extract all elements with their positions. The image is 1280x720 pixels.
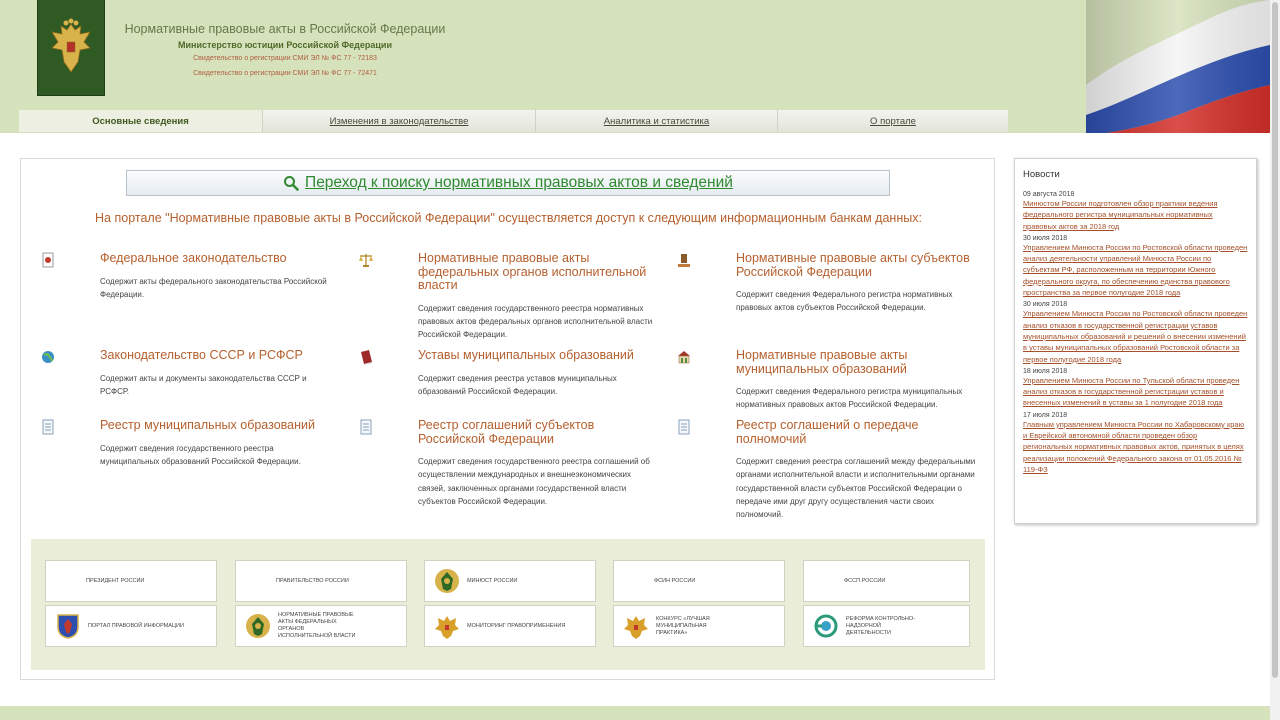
eagle-icon [624, 616, 648, 639]
document-seal-icon [42, 252, 54, 268]
link-label: РЕФОРМА КОНТРОЛЬНО-НАДЗОРНОЙ ДЕЯТЕЛЬНОСТ… [846, 615, 915, 636]
news-title: Новости [1023, 169, 1060, 180]
link-monitoring[interactable]: МОНИТОРИНГ ПРАВОПРИМЕНЕНИЯ [424, 605, 596, 647]
eagle-icon [435, 616, 459, 639]
category-title[interactable]: Нормативные правовые акты федеральных ор… [418, 251, 653, 293]
minjust-emblem-icon [435, 569, 459, 593]
russian-flag-image [1086, 0, 1270, 133]
reform-icon [814, 614, 838, 638]
category-municipal-acts: Нормативные правовые акты муниципальных … [678, 348, 976, 412]
link-control-reform[interactable]: РЕФОРМА КОНТРОЛЬНО-НАДЗОРНОЙ ДЕЯТЕЛЬНОСТ… [803, 605, 970, 647]
category-description: Содержит сведения реестра уставов муници… [418, 373, 617, 396]
registration-info-1: Свидетельство о регистрации СМИ ЭЛ № ФС … [193, 55, 377, 62]
document-icon [42, 419, 54, 435]
intro-text: На портале "Нормативные правовые акты в … [95, 211, 922, 225]
category-title[interactable]: Реестр соглашений субъектов Российской Ф… [418, 418, 653, 446]
news-item-link[interactable]: Управлением Минюста России по Ростовской… [1023, 242, 1248, 298]
link-best-municipal-practice[interactable]: КОНКУРС «ЛУЧШАЯ МУНИЦИПАЛЬНАЯ ПРАКТИКА» [613, 605, 785, 647]
category-title[interactable]: Федеральное законодательство [100, 251, 335, 266]
search-link[interactable]: Переход к поиску нормативных правовых ак… [305, 174, 733, 192]
scrollbar-thumb[interactable] [1272, 2, 1278, 678]
link-minjust[interactable]: МИНЮСТ РОССИИ [424, 560, 596, 602]
category-powers-agreements: Реестр соглашений о передаче полномочий … [678, 418, 976, 521]
link-label: ПОРТАЛ ПРАВОВОЙ ИНФОРМАЦИИ [88, 622, 184, 629]
scales-icon [359, 254, 373, 267]
category-federal-legislation: Федеральное законодательство Содержит ак… [42, 251, 335, 301]
site-header: Нормативные правовые акты в Российской Ф… [0, 0, 1270, 133]
link-label: ПРЕЗИДЕНТ РОССИИ [86, 577, 145, 584]
category-title[interactable]: Нормативные правовые акты субъектов Росс… [736, 251, 976, 279]
main-navigation: Основные сведения Изменения в законодате… [19, 110, 1008, 132]
eagle-icon [51, 18, 91, 73]
minjust-emblem-icon [246, 614, 270, 638]
link-fsin[interactable]: ФСИН РОССИИ [613, 560, 785, 602]
building-icon [678, 351, 690, 364]
link-legal-portal[interactable]: ПОРТАЛ ПРАВОВОЙ ИНФОРМАЦИИ [45, 605, 217, 647]
category-description: Содержит сведения государственного реест… [418, 303, 653, 340]
category-title[interactable]: Реестр соглашений о передаче полномочий [736, 418, 976, 446]
news-date: 17 июля 2018 [1023, 411, 1068, 419]
gavel-icon [678, 254, 690, 267]
category-municipal-registry: Реестр муниципальных образований Содержи… [42, 418, 335, 468]
news-item-link[interactable]: Управлением Минюста России по Тульской о… [1023, 375, 1248, 409]
link-president[interactable]: ПРЕЗИДЕНТ РОССИИ [45, 560, 217, 602]
vertical-scrollbar[interactable] [1270, 0, 1280, 720]
category-subjects-acts: Нормативные правовые акты субъектов Росс… [678, 251, 976, 315]
news-item-link[interactable]: Главным управлением Минюста России по Ха… [1023, 419, 1248, 475]
partner-links-panel: ПРЕЗИДЕНТ РОССИИ ПРАВИТЕЛЬСТВО РОССИИ МИ… [31, 539, 985, 670]
registration-info-2: Свидетельство о регистрации СМИ ЭЛ № ФС … [193, 70, 377, 77]
tab-about[interactable]: О портале [778, 110, 1008, 132]
news-list: 09 августа 2018 Минюстом России подготов… [1023, 191, 1248, 475]
globe-icon [42, 351, 54, 363]
category-title[interactable]: Уставы муниципальных образований [418, 348, 653, 363]
site-title: Нормативные правовые акты в Российской Ф… [124, 22, 446, 36]
category-municipal-charters: Уставы муниципальных образований Содержи… [361, 348, 653, 398]
tab-analytics[interactable]: Аналитика и статистика [536, 110, 778, 132]
book-icon [361, 350, 372, 365]
category-description: Содержит сведения реестра соглашений меж… [736, 457, 976, 520]
category-title[interactable]: Реестр муниципальных образований [100, 418, 335, 433]
link-label: КОНКУРС «ЛУЧШАЯ МУНИЦИПАЛЬНАЯ ПРАКТИКА» [656, 615, 710, 636]
news-date: 09 августа 2018 [1023, 191, 1075, 198]
category-subjects-agreements: Реестр соглашений субъектов Российской Ф… [360, 418, 653, 508]
category-description: Содержит сведения государственного реест… [418, 457, 650, 506]
coat-of-arms-logo[interactable] [37, 0, 105, 96]
category-description: Содержит сведения Федерального регистра … [736, 290, 953, 313]
category-description: Содержит акты и документы законодательст… [100, 373, 307, 396]
link-label: ФСИН РОССИИ [654, 577, 696, 584]
category-description: Содержит сведения Федерального регистра … [736, 387, 963, 410]
news-item-link[interactable]: Минюстом России подготовлен обзор практи… [1023, 198, 1248, 232]
news-date: 18 июля 2018 [1023, 367, 1068, 375]
link-fssp[interactable]: ФССП РОССИИ [803, 560, 970, 602]
tab-basic-info[interactable]: Основные сведения [19, 110, 263, 132]
document-icon [678, 419, 690, 435]
search-navigation-button[interactable]: Переход к поиску нормативных правовых ак… [126, 170, 890, 196]
link-federal-acts[interactable]: НОРМАТИВНЫЕ ПРАВОВЫЕ АКТЫ ФЕДЕРАЛЬНЫХ ОР… [235, 605, 407, 647]
coat-of-arms-icon [57, 614, 79, 639]
document-icon [360, 419, 372, 435]
category-federal-executive-acts: Нормативные правовые акты федеральных ор… [359, 251, 653, 341]
news-panel: Новости 09 августа 2018 Минюстом России … [1014, 158, 1257, 524]
site-footer [0, 706, 1270, 720]
link-label: НОРМАТИВНЫЕ ПРАВОВЫЕ АКТЫ ФЕДЕРАЛЬНЫХ ОР… [278, 612, 356, 639]
ministry-name: Министерство юстиции Российской Федераци… [177, 40, 392, 50]
news-date: 30 июля 2018 [1023, 301, 1068, 309]
news-date: 30 июля 2018 [1023, 234, 1068, 242]
category-description: Содержит сведения государственного реест… [100, 443, 301, 466]
link-label: МОНИТОРИНГ ПРАВОПРИМЕНЕНИЯ [467, 622, 566, 629]
category-ussr-legislation: Законодательство СССР и РСФСР Содержит а… [42, 348, 335, 398]
tab-legislation-changes[interactable]: Изменения в законодательстве [263, 110, 536, 132]
link-label: ПРАВИТЕЛЬСТВО РОССИИ [276, 577, 349, 584]
link-label: ФССП РОССИИ [844, 577, 886, 584]
header-text-block: Нормативные правовые акты в Российской Ф… [120, 22, 450, 77]
main-content-panel: Переход к поиску нормативных правовых ак… [20, 158, 995, 680]
category-title[interactable]: Законодательство СССР и РСФСР [100, 348, 335, 363]
category-description: Содержит акты федерального законодательс… [100, 276, 327, 299]
search-icon [284, 176, 299, 191]
news-item-link[interactable]: Управлением Минюста России по Ростовской… [1023, 308, 1248, 364]
link-label: МИНЮСТ РОССИИ [467, 577, 518, 584]
link-government[interactable]: ПРАВИТЕЛЬСТВО РОССИИ [235, 560, 407, 602]
category-title[interactable]: Нормативные правовые акты муниципальных … [736, 348, 976, 376]
